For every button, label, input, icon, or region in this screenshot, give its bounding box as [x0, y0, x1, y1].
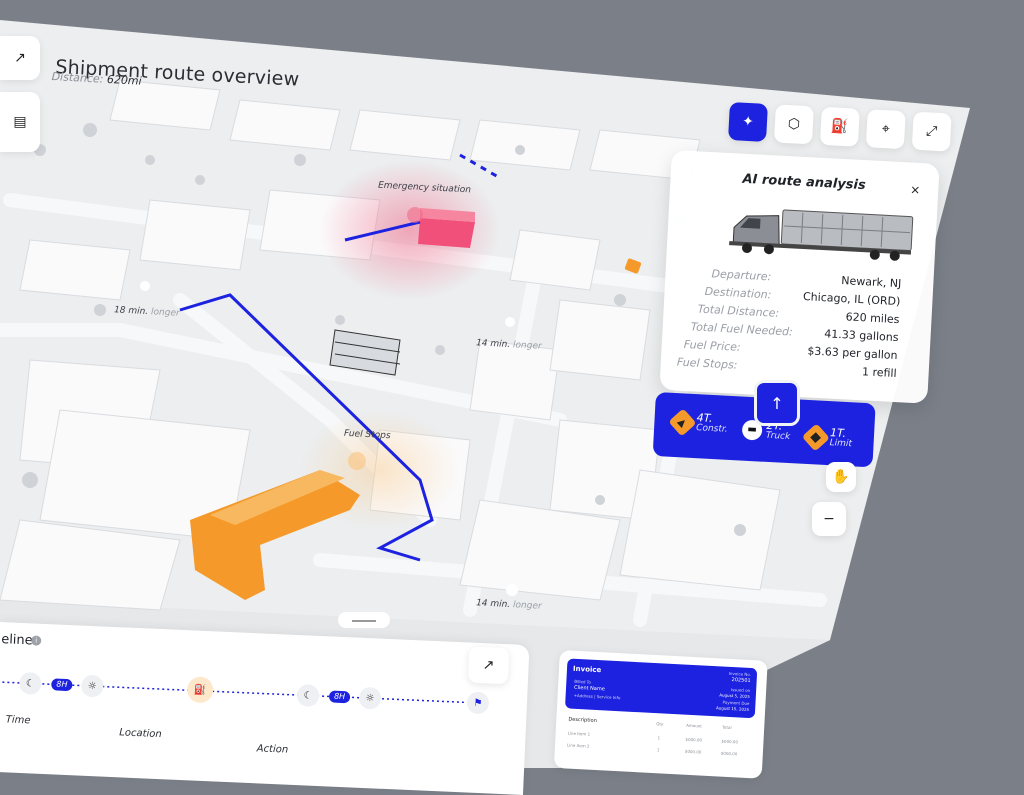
destination-label: Destination:	[704, 284, 772, 302]
minus-icon: −	[823, 511, 835, 527]
delay-b-minutes: 14 min.	[475, 338, 511, 351]
invoice-header: Invoice Invoice No. 202501 Billed To Cli…	[564, 658, 758, 719]
construction-stat[interactable]: ▲ 4T. Constr.	[668, 407, 728, 437]
total-distance-value: 620 miles	[845, 310, 900, 327]
row-amount: $000.00	[684, 748, 702, 755]
truck-caption: Truck	[765, 430, 791, 443]
arrow-up-icon: ↑	[770, 393, 784, 413]
due-date: August 15, 2025	[715, 705, 750, 712]
fuel-stops-count-label: Fuel Stops:	[676, 355, 738, 372]
location-button[interactable]: ⌖	[865, 109, 906, 150]
fuel-pump-icon: ⛽	[830, 118, 849, 136]
timeline-title: eline	[0, 632, 34, 649]
column-action: Action	[256, 743, 289, 756]
timeline-panel: eline i ☾ 8H ☼ ⛽ ☾ 8H ☼ ⚑ ↗ Time Locatio…	[0, 622, 530, 795]
delay-b-word: longer	[512, 340, 542, 352]
ai-magic-button[interactable]: ✦	[728, 102, 768, 142]
client-sub: +Address | Service Info	[573, 692, 621, 701]
total-distance-label: Total Distance:	[697, 302, 780, 320]
issued-on-label: Issued on	[730, 687, 751, 694]
ai-route-analysis-card: AI route analysis × Departure: Newark, N…	[659, 150, 940, 404]
app-board: Shipment route overview Distance: 620mi …	[0, 0, 1024, 795]
magic-wand-icon: ✦	[741, 113, 755, 131]
invoice-card[interactable]: Invoice Invoice No. 202501 Billed To Cli…	[553, 650, 768, 779]
close-icon[interactable]: ×	[910, 183, 921, 198]
hand-icon: ✋	[832, 469, 850, 485]
departure-value: Newark, NJ	[840, 274, 902, 291]
limit-stat[interactable]: ■ 1T. Limit	[801, 422, 853, 452]
ai-card-title: AI route analysis	[742, 171, 867, 194]
row-total: $000.00	[721, 738, 739, 745]
delay-c-minutes: 14 min.	[475, 598, 511, 611]
arrow-up-right-icon: ↗	[482, 657, 495, 674]
duration-pill-b: 8H	[328, 690, 351, 704]
fuel-button[interactable]: ⛽	[819, 106, 860, 147]
fuel-price-label: Fuel Price:	[683, 337, 742, 354]
flag-icon[interactable]: ⚑	[466, 691, 490, 715]
destination-value: Chicago, IL (ORD)	[802, 290, 901, 309]
construction-icon: ▲	[668, 407, 697, 437]
limit-caption: Limit	[829, 438, 853, 450]
info-icon[interactable]: i	[31, 635, 42, 646]
invoice-title: Invoice	[572, 664, 602, 675]
col-description: Description	[568, 716, 597, 725]
construction-caption: Constr.	[695, 423, 728, 435]
row-qty: 1	[657, 735, 661, 741]
delay-c-word: longer	[512, 600, 542, 612]
expand-timeline-button[interactable]: ↗	[467, 646, 510, 685]
collapse-summary-button[interactable]: ↑	[754, 380, 800, 426]
calendar-button[interactable]: ▤	[0, 92, 40, 152]
duration-pill-a: 8H	[51, 678, 73, 692]
fuel-stops-count-value: 1 refill	[861, 365, 897, 381]
row-desc: Line Item 2	[566, 742, 590, 749]
arrow-up-right-icon: ↗	[14, 50, 26, 66]
total-fuel-value: 41.33 gallons	[823, 327, 899, 345]
row-desc: Line Item 1	[567, 730, 591, 737]
box-icon: ⬡	[787, 116, 801, 133]
row-qty: 1	[656, 747, 660, 753]
col-total: Total	[722, 724, 732, 731]
distance-value: 620mi	[106, 72, 142, 88]
fullscreen-button[interactable]: ⤢	[911, 111, 952, 152]
package-button[interactable]: ⬡	[773, 104, 814, 145]
calendar-icon: ▤	[13, 114, 27, 130]
timeline-track	[0, 681, 467, 704]
open-external-button[interactable]: ↗	[0, 36, 40, 80]
col-amount: Amount	[686, 722, 703, 729]
client-name: Client Name	[573, 684, 605, 693]
zoom-out-button[interactable]: −	[812, 502, 846, 536]
row-total: $000.00	[720, 750, 738, 757]
issued-date: August 5, 2025	[719, 692, 750, 699]
delay-a-word: longer	[150, 307, 180, 319]
departure-label: Departure:	[711, 267, 772, 284]
expand-icon: ⤢	[925, 123, 938, 140]
truck-image	[729, 209, 914, 261]
row-amount: $000.00	[685, 736, 703, 743]
column-time: Time	[5, 714, 31, 727]
map-pin-icon: ⌖	[881, 120, 891, 138]
total-fuel-label: Total Fuel Needed:	[690, 320, 794, 339]
billed-to-label: Billed To	[574, 678, 592, 685]
invoice-no: 202501	[731, 677, 751, 685]
col-qty: Qty	[656, 721, 664, 727]
distance-label: Distance:	[51, 70, 104, 86]
speed-limit-icon: ■	[801, 422, 830, 452]
column-location: Location	[119, 727, 162, 741]
fuel-price-value: $3.63 per gallon	[807, 344, 898, 363]
pan-button[interactable]: ✋	[826, 462, 856, 492]
delay-a-minutes: 18 min.	[113, 305, 149, 318]
